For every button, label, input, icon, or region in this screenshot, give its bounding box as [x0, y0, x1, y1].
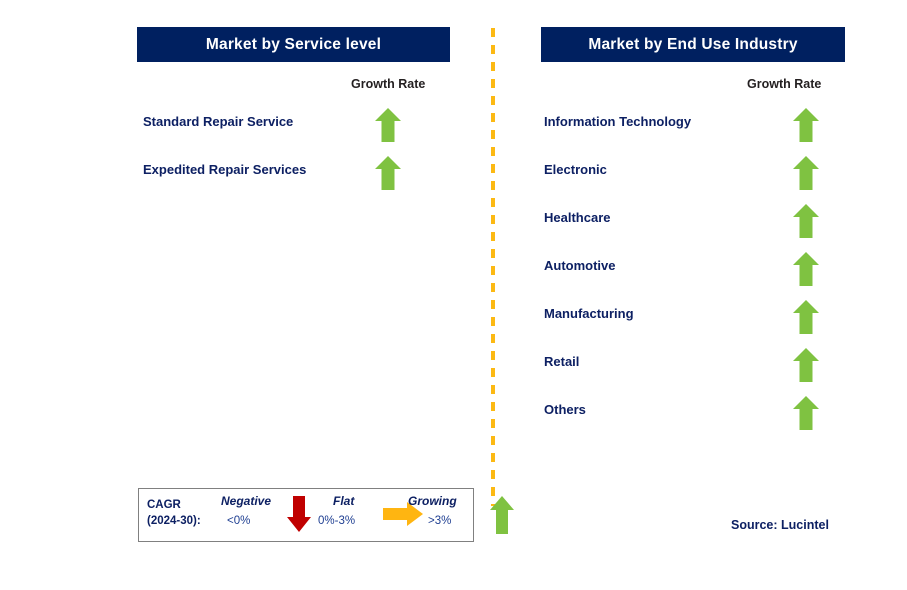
segment-label: Retail	[544, 354, 580, 369]
up-arrow-icon	[793, 156, 819, 190]
legend-word: Flat	[333, 494, 355, 508]
source-attribution: Source: Lucintel	[731, 518, 829, 532]
panel-title: Market by Service level	[205, 35, 382, 53]
list-item[interactable]: Standard Repair Service	[143, 108, 443, 156]
segment-list-service-level: Standard Repair Service Expedited Repair…	[143, 108, 443, 204]
segment-label: Automotive	[544, 258, 616, 273]
up-arrow-icon	[793, 300, 819, 334]
growth-rate-caption-left: Growth Rate	[351, 77, 426, 91]
legend-range: <0%	[227, 515, 251, 527]
segment-label: Others	[544, 402, 586, 417]
list-item[interactable]: Retail	[544, 348, 844, 396]
growth-rate-caption-right: Growth Rate	[747, 77, 822, 91]
up-arrow-icon	[793, 396, 819, 430]
segment-label: Manufacturing	[544, 306, 634, 321]
segment-label: Healthcare	[544, 210, 611, 225]
list-item[interactable]: Information Technology	[544, 108, 844, 156]
up-arrow-icon	[793, 108, 819, 142]
panel-title: Market by End Use Industry	[588, 35, 798, 53]
up-arrow-icon	[793, 252, 819, 286]
list-item[interactable]: Others	[544, 396, 844, 444]
list-item[interactable]: Healthcare	[544, 204, 844, 252]
list-item[interactable]: Manufacturing	[544, 300, 844, 348]
up-arrow-icon	[793, 348, 819, 382]
segment-label: Electronic	[544, 162, 607, 177]
segment-label: Standard Repair Service	[143, 114, 294, 129]
legend-cagr-line1: CAGR	[147, 499, 181, 511]
segment-label: Expedited Repair Services	[143, 162, 307, 177]
panel-header-end-use-industry: Market by End Use Industry	[541, 27, 845, 62]
up-arrow-icon	[793, 204, 819, 238]
legend-word: Negative	[221, 494, 272, 508]
legend-word: Growing	[408, 494, 457, 508]
list-item[interactable]: Automotive	[544, 252, 844, 300]
legend-entry-growing: Growing >3%	[394, 489, 519, 541]
list-item[interactable]: Electronic	[544, 156, 844, 204]
up-arrow-icon	[490, 496, 514, 534]
legend-range: >3%	[428, 515, 452, 527]
list-item[interactable]: Expedited Repair Services	[143, 156, 443, 204]
panel-header-service-level: Market by Service level	[137, 27, 450, 62]
legend-cagr-label: CAGR (2024-30):	[147, 497, 201, 529]
segment-label: Information Technology	[544, 114, 692, 129]
vertical-dashed-divider	[491, 28, 495, 506]
infographic-canvas: Market by Service level Market by End Us…	[0, 0, 907, 590]
legend-cagr-line2: (2024-30):	[147, 515, 201, 527]
cagr-legend: CAGR (2024-30): Negative <0% Flat 0%-3% …	[138, 488, 514, 542]
segment-list-end-use-industry: Information Technology Electronic Health…	[544, 108, 844, 444]
up-arrow-icon	[375, 108, 401, 142]
legend-range: 0%-3%	[318, 515, 356, 527]
up-arrow-icon	[375, 156, 401, 190]
